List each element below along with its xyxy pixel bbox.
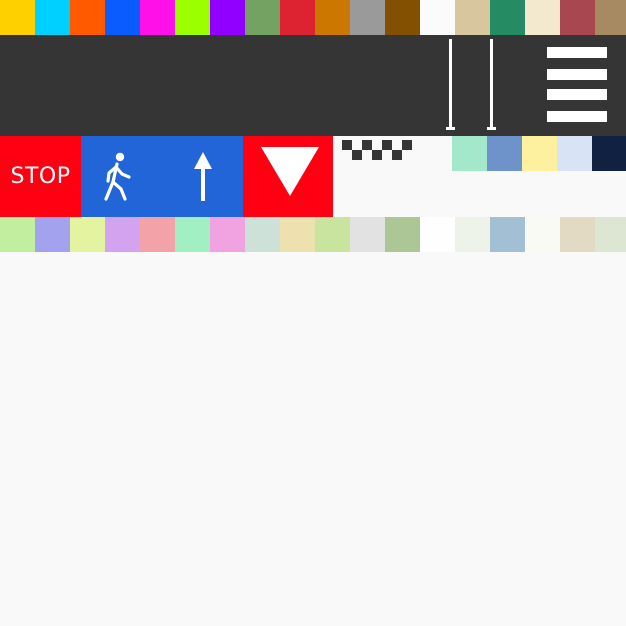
swatch-ochre[interactable] bbox=[315, 0, 350, 35]
swatch-olive-green[interactable] bbox=[385, 217, 420, 252]
crosswalk-stripe[interactable] bbox=[547, 47, 607, 58]
swatch-white[interactable] bbox=[420, 0, 455, 35]
ahead-only-sign[interactable] bbox=[162, 136, 243, 217]
road-markings-panel bbox=[0, 35, 626, 136]
swatch-lilac[interactable] bbox=[105, 217, 140, 252]
crosswalk-stripe[interactable] bbox=[547, 111, 607, 122]
swatch-red[interactable] bbox=[280, 0, 315, 35]
swatch-orchid[interactable] bbox=[210, 217, 245, 252]
swatch-butter[interactable] bbox=[522, 136, 557, 171]
swatch-steel-blue[interactable] bbox=[490, 217, 525, 252]
top-color-palette bbox=[0, 0, 626, 35]
swatch-cream[interactable] bbox=[525, 0, 560, 35]
swatch-tan[interactable] bbox=[595, 0, 626, 35]
swatch-yellow[interactable] bbox=[0, 0, 35, 35]
swatch-green[interactable] bbox=[490, 0, 525, 35]
stop-sign-icon[interactable]: STOP bbox=[0, 136, 81, 217]
swatch-white[interactable] bbox=[420, 217, 455, 252]
swatch-blue[interactable] bbox=[105, 0, 140, 35]
yield-sign[interactable] bbox=[243, 136, 333, 217]
lane-line-right[interactable] bbox=[487, 39, 496, 130]
arrow-up-icon bbox=[194, 152, 212, 201]
yield-triangle-icon bbox=[261, 147, 319, 196]
swatch-periwinkle[interactable] bbox=[35, 217, 70, 252]
swatch-light-lime[interactable] bbox=[315, 217, 350, 252]
swatch-magenta[interactable] bbox=[140, 0, 175, 35]
swatch-ice[interactable] bbox=[557, 136, 592, 171]
swatch-cyan[interactable] bbox=[35, 0, 70, 35]
swatch-gray[interactable] bbox=[350, 0, 385, 35]
pedestrian-sign[interactable] bbox=[81, 136, 162, 217]
swatch-pale-teal[interactable] bbox=[245, 217, 280, 252]
swatch-mint[interactable] bbox=[175, 217, 210, 252]
swatch-khaki[interactable] bbox=[560, 217, 595, 252]
bottom-color-palette bbox=[0, 217, 626, 252]
swatch-aqua[interactable] bbox=[452, 136, 487, 171]
swatch-sand[interactable] bbox=[455, 0, 490, 35]
swatch-lime[interactable] bbox=[175, 0, 210, 35]
crosswalk-stripe[interactable] bbox=[547, 69, 607, 80]
swatch-off-white[interactable] bbox=[455, 217, 490, 252]
swatch-pink[interactable] bbox=[140, 217, 175, 252]
swatch-pale-sage[interactable] bbox=[595, 217, 626, 252]
checkered-flag-icon[interactable] bbox=[342, 140, 414, 160]
swatch-light-gray[interactable] bbox=[350, 217, 385, 252]
swatch-navy[interactable] bbox=[592, 136, 626, 171]
swatch-ivory[interactable] bbox=[525, 217, 560, 252]
pedestrian-icon bbox=[104, 152, 131, 201]
crosswalk-stripe[interactable] bbox=[547, 89, 607, 100]
swatch-orange[interactable] bbox=[70, 0, 105, 35]
swatch-denim[interactable] bbox=[487, 136, 522, 171]
swatch-violet[interactable] bbox=[210, 0, 245, 35]
swatch-beige[interactable] bbox=[280, 217, 315, 252]
swatch-pale-green[interactable] bbox=[0, 217, 35, 252]
swatch-sage[interactable] bbox=[245, 0, 280, 35]
lane-line-left[interactable] bbox=[446, 39, 455, 130]
swatch-brown[interactable] bbox=[385, 0, 420, 35]
swatch-brick[interactable] bbox=[560, 0, 595, 35]
road-sign-row: STOP bbox=[0, 136, 626, 217]
swatch-pale-yellow[interactable] bbox=[70, 217, 105, 252]
stop-sign-label: STOP bbox=[10, 164, 71, 189]
